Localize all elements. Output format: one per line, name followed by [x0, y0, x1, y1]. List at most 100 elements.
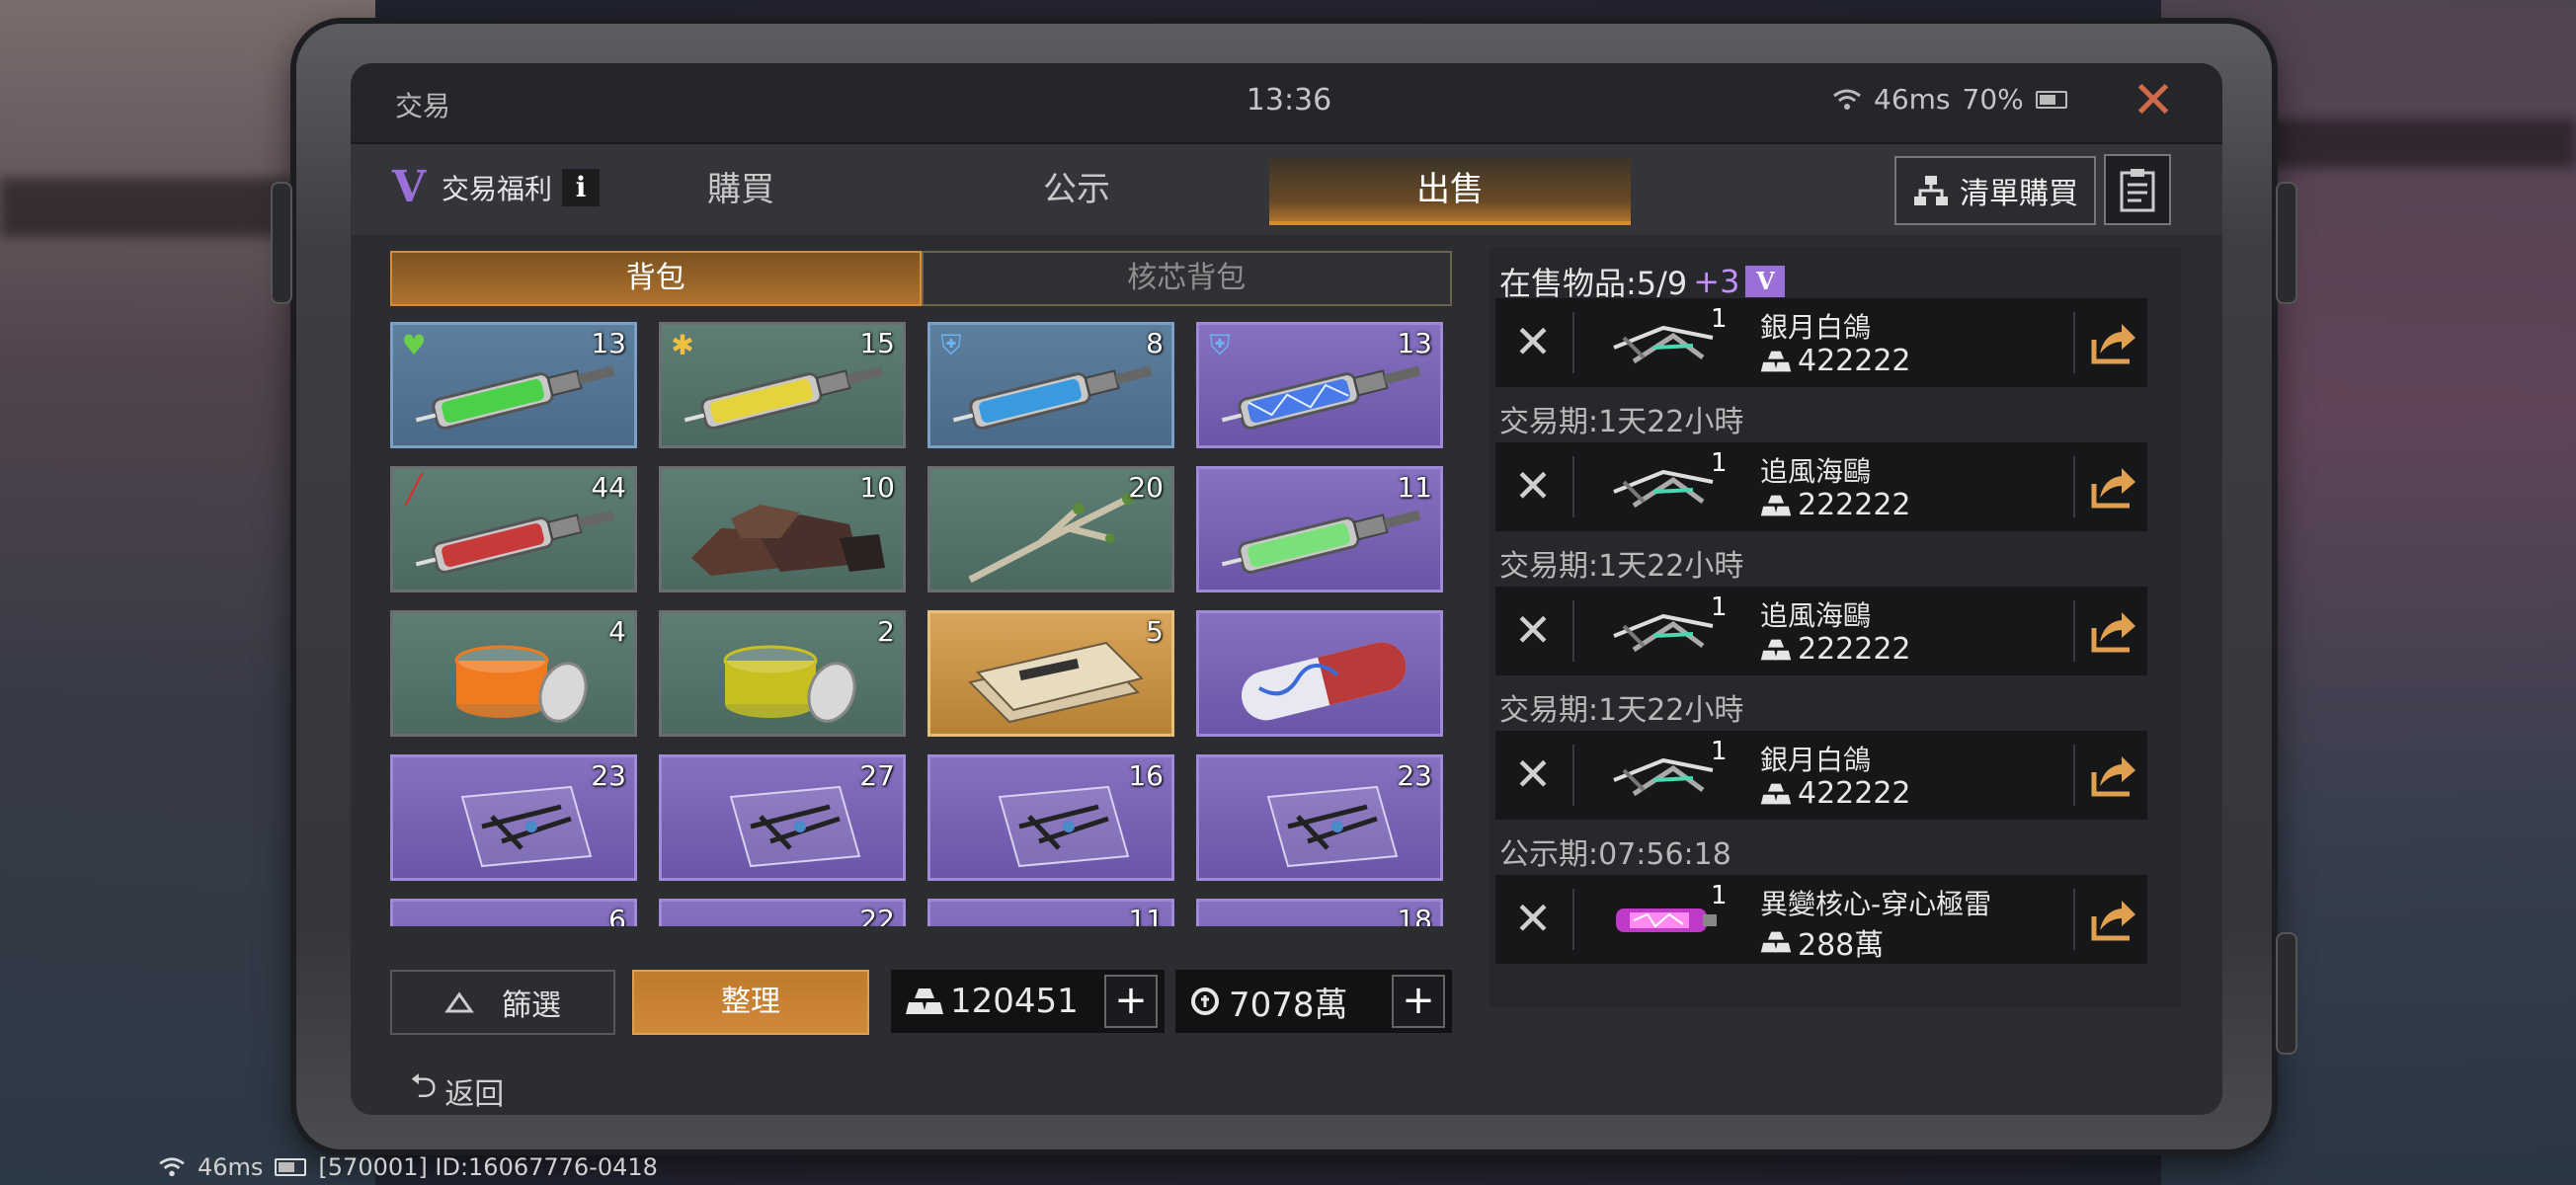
item-count: 2: [877, 615, 895, 648]
cancel-sale-button[interactable]: ✕: [1509, 462, 1557, 510]
filter-label: 篩選: [502, 988, 561, 1023]
inventory-slot[interactable]: 23: [390, 754, 637, 881]
inventory-slot[interactable]: [1196, 610, 1443, 737]
inventory-slot[interactable]: ⛨ 13: [1196, 322, 1443, 448]
sort-button[interactable]: 整理: [632, 970, 869, 1035]
inventory-slot[interactable]: ⛨ 8: [927, 322, 1174, 448]
inventory-slot[interactable]: 11: [927, 899, 1174, 926]
sale-item-name: 追風海鷗: [1760, 599, 1872, 632]
divider: [1572, 745, 1574, 806]
add-gold-button[interactable]: +: [1104, 975, 1158, 1028]
subtab-core-backpack[interactable]: 核芯背包: [921, 251, 1452, 306]
gold-bars-icon: [1760, 495, 1792, 515]
item-count: 10: [859, 471, 895, 504]
share-button[interactable]: [2086, 602, 2137, 658]
tab-sell[interactable]: 出售: [1269, 158, 1631, 225]
inventory-slot[interactable]: 16: [927, 754, 1174, 881]
sale-item-name: 銀月白鴿: [1760, 744, 1872, 776]
list-buy-button[interactable]: 清單購買: [1894, 156, 2096, 225]
return-icon: ⮌: [410, 1066, 438, 1106]
vip-badge: V: [1745, 266, 1786, 297]
clipboard-button[interactable]: [2104, 154, 2171, 225]
item-count: 16: [1128, 759, 1164, 792]
selling-row[interactable]: ✕ 1 異變核心-穿心極雷 288萬: [1495, 875, 2147, 964]
gold-bars-icon: [1760, 783, 1792, 804]
tab-announce[interactable]: 公示: [943, 158, 1210, 221]
inventory-slot[interactable]: 2: [659, 610, 906, 737]
inventory-slot[interactable]: 23: [1196, 754, 1443, 881]
frame-bolt: [2276, 182, 2297, 304]
divider: [2073, 889, 2075, 950]
selling-row[interactable]: ✕ 1 追風海鷗 222222: [1495, 442, 2147, 531]
sale-price-value: 288萬: [1798, 928, 1885, 963]
inventory-slot[interactable]: 27: [659, 754, 906, 881]
trade-screen: 交易 13:36 46ms 70% ✕ V 交易福利 i 購買 公示 出售 清單…: [351, 63, 2222, 1115]
trade-benefit-button[interactable]: V 交易福利 i: [392, 166, 601, 209]
share-button[interactable]: [2086, 458, 2137, 514]
tab-buy[interactable]: 購買: [607, 158, 874, 221]
divider: [1572, 312, 1574, 373]
battery-text: 70%: [1962, 83, 2024, 116]
inventory-subtabs: 背包 核芯背包: [390, 251, 1452, 306]
debug-ping: 46ms: [198, 1153, 264, 1181]
device-frame: 交易 13:36 46ms 70% ✕ V 交易福利 i 購買 公示 出售 清單…: [271, 24, 2297, 1149]
cancel-sale-button[interactable]: ✕: [1509, 318, 1557, 365]
crossbow-icon: [1604, 452, 1723, 525]
triangle-up-icon: [444, 991, 474, 1013]
cancel-sale-button[interactable]: ✕: [1509, 750, 1557, 798]
info-icon[interactable]: i: [562, 169, 601, 206]
trade-period: 交易期:1天22小時: [1499, 405, 1744, 439]
background-shape: [2220, 118, 2576, 168]
selling-row[interactable]: ✕ 1 銀月白鴿 422222: [1495, 298, 2147, 387]
sale-price: 222222: [1760, 488, 1911, 522]
item-count: 5: [1146, 615, 1164, 648]
gold-balance: 120451 +: [891, 970, 1165, 1033]
ping-text: 46ms: [1874, 83, 1951, 116]
divider: [2073, 600, 2075, 662]
inventory-slot[interactable]: 5: [927, 610, 1174, 737]
coin-amount: 7078萬: [1229, 985, 1348, 1025]
divider: [1572, 600, 1574, 662]
trade-period: 交易期:1天22小時: [1499, 693, 1744, 728]
share-button[interactable]: [2086, 891, 2137, 946]
item-count: 23: [1397, 759, 1432, 792]
sale-item-name: 異變核心-穿心極雷: [1760, 888, 1992, 920]
cancel-sale-button[interactable]: ✕: [1509, 895, 1557, 942]
inventory-slot[interactable]: ♥ 13: [390, 322, 637, 448]
inventory-slot[interactable]: 11: [1196, 466, 1443, 592]
inventory-slot[interactable]: ✱ 15: [659, 322, 906, 448]
close-icon[interactable]: ✕: [2124, 71, 2183, 130]
subtab-backpack[interactable]: 背包: [390, 251, 922, 306]
item-count: 11: [1397, 471, 1432, 504]
gold-bars-icon: [906, 988, 943, 1014]
item-count: 27: [859, 759, 895, 792]
core-icon: [1604, 885, 1723, 958]
heart-badge-icon: ♥: [401, 329, 427, 361]
inventory-slot[interactable]: 22: [659, 899, 906, 926]
trade-period: 公示期:07:56:18: [1499, 837, 1731, 872]
inventory-slot[interactable]: ╱ 44: [390, 466, 637, 592]
filter-button[interactable]: 篩選: [390, 970, 615, 1035]
gold-bars-icon: [1760, 351, 1792, 371]
item-count: 13: [591, 327, 626, 359]
inventory-slot[interactable]: 4: [390, 610, 637, 737]
selling-row[interactable]: ✕ 1 追風海鷗 222222: [1495, 587, 2147, 675]
back-button[interactable]: ⮌ 返回: [410, 1063, 504, 1115]
inventory-slot[interactable]: 18: [1196, 899, 1443, 926]
inventory-slot[interactable]: 6: [390, 899, 637, 926]
inventory-slot[interactable]: 10: [659, 466, 906, 592]
divider: [1572, 889, 1574, 950]
trade-tabs: V 交易福利 i 購買 公示 出售 清單購買: [351, 144, 2222, 235]
selling-panel: 在售物品:5/9 +3 V ✕ 1 銀月白鴿 422222 交易期:1天22小時…: [1489, 247, 2181, 1007]
share-button[interactable]: [2086, 747, 2137, 802]
item-count: 15: [859, 327, 895, 359]
cancel-sale-button[interactable]: ✕: [1509, 606, 1557, 654]
inventory-slot[interactable]: 20: [927, 466, 1174, 592]
coin-icon: [1191, 988, 1219, 1015]
share-button[interactable]: [2086, 314, 2137, 369]
sale-price: 422222: [1760, 344, 1911, 378]
add-coin-button[interactable]: +: [1392, 975, 1445, 1028]
divider: [2073, 456, 2075, 517]
selling-row[interactable]: ✕ 1 銀月白鴿 422222: [1495, 731, 2147, 820]
list-buy-label: 清單購買: [1960, 177, 2078, 211]
